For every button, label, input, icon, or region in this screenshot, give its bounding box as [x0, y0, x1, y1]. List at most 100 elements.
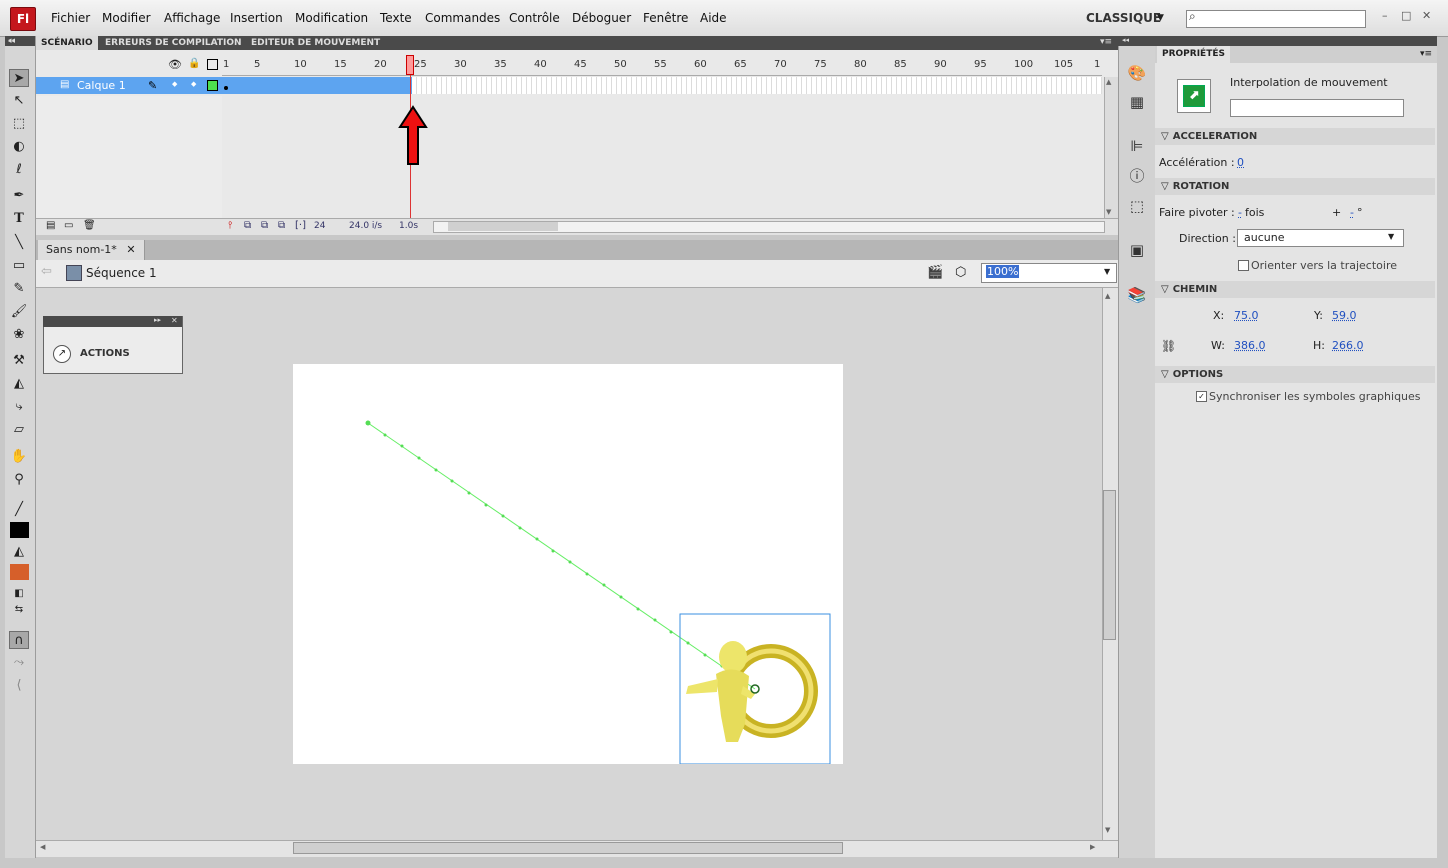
back-arrow-icon[interactable]: ⇦ — [41, 264, 52, 279]
chevron-down-icon[interactable]: ▼ — [1388, 232, 1394, 241]
orient-checkbox[interactable] — [1238, 260, 1249, 271]
rotate-degrees[interactable]: - — [1350, 206, 1354, 219]
x-value[interactable]: 75.0 — [1234, 309, 1259, 322]
playhead[interactable] — [406, 55, 414, 75]
chevron-down-icon[interactable]: ▼ — [1104, 267, 1110, 276]
menu-modifier[interactable]: Modifier — [102, 11, 151, 25]
bone-tool-icon[interactable]: ⚒ — [9, 352, 29, 370]
close-icon[interactable]: ✕ — [171, 316, 178, 325]
onion-outline-icon[interactable]: ⧉ — [261, 220, 268, 231]
fill-color-icon[interactable]: ◭ — [9, 543, 29, 561]
eye-icon[interactable]: 👁 — [168, 58, 182, 71]
scene-name[interactable]: Séquence 1 — [86, 266, 157, 280]
scroll-thumb[interactable] — [293, 842, 843, 854]
tab-motion-editor[interactable]: EDITEUR DE MOUVEMENT — [246, 36, 385, 50]
tab-scenario[interactable]: SCÉNARIO — [36, 36, 98, 50]
zoom-tool-icon[interactable]: ⚲ — [9, 471, 29, 489]
menu-modification[interactable]: Modification — [295, 11, 368, 25]
section-acceleration[interactable]: ▽ ACCELERATION — [1155, 128, 1435, 145]
edit-multiple-icon[interactable]: ⧉ — [278, 220, 285, 231]
eraser-tool-icon[interactable]: ▱ — [9, 421, 29, 439]
snap-magnet-icon[interactable]: ∩ — [9, 631, 29, 649]
pencil-tool-icon[interactable]: ✎ — [9, 280, 29, 298]
current-frame[interactable]: 24 — [314, 221, 325, 231]
new-layer-icon[interactable]: ▤ — [46, 220, 55, 231]
expand-icon[interactable]: ▸▸ — [154, 316, 161, 324]
new-folder-icon[interactable]: ▭ — [64, 220, 73, 231]
tween-name-input[interactable] — [1230, 99, 1404, 117]
scroll-left-icon[interactable]: ◀ — [40, 843, 45, 851]
edit-scene-icon[interactable]: 🎬 — [927, 265, 943, 280]
direction-select[interactable]: aucune — [1237, 229, 1404, 247]
timeline-vertical-scrollbar[interactable] — [1104, 77, 1118, 218]
text-tool-icon[interactable]: T — [9, 210, 29, 228]
menu-affichage[interactable]: Affichage — [164, 11, 220, 25]
transform-panel-icon[interactable]: ⬚ — [1127, 196, 1147, 216]
info-panel-icon[interactable]: ⓘ — [1127, 166, 1147, 186]
lock-dot-icon[interactable]: ◆ — [191, 80, 196, 88]
section-chemin[interactable]: ▽ CHEMIN — [1155, 281, 1435, 298]
section-rotation[interactable]: ▽ ROTATION — [1155, 178, 1435, 195]
layer-name[interactable]: Calque 1 — [77, 79, 126, 92]
line-tool-icon[interactable]: ╲ — [9, 234, 29, 252]
visible-dot-icon[interactable]: ◆ — [172, 80, 177, 88]
minimize-button[interactable]: – — [1382, 9, 1388, 22]
outline-icon[interactable] — [207, 59, 218, 70]
free-transform-tool-icon[interactable]: ⬚ — [9, 115, 29, 133]
brush-tool-icon[interactable]: 🖌 — [9, 303, 29, 321]
motion-path[interactable] — [293, 364, 843, 764]
lock-icon[interactable]: 🔒 — [188, 58, 200, 69]
library-panel-icon[interactable]: 📚 — [1127, 285, 1147, 305]
w-value[interactable]: 386.0 — [1234, 339, 1266, 352]
section-options[interactable]: ▽ OPTIONS — [1155, 366, 1435, 383]
lasso-tool-icon[interactable]: ℓ — [9, 161, 29, 179]
3d-rotation-tool-icon[interactable]: ◐ — [9, 138, 29, 156]
center-frame-icon[interactable]: ⫯ — [228, 220, 232, 231]
workspace-switcher[interactable]: CLASSIQUE — [1086, 11, 1161, 25]
edit-symbol-icon[interactable]: ⬡ — [955, 265, 966, 280]
swatches-panel-icon[interactable]: ▦ — [1127, 92, 1147, 112]
rotate-count[interactable]: - — [1238, 206, 1242, 219]
menu-texte[interactable]: Texte — [380, 11, 412, 25]
actions-label[interactable]: ACTIONS — [80, 348, 130, 359]
close-icon[interactable]: ✕ — [126, 243, 135, 256]
h-value[interactable]: 266.0 — [1332, 339, 1364, 352]
paint-bucket-tool-icon[interactable]: ◭ — [9, 375, 29, 393]
scroll-down-icon[interactable]: ▼ — [1106, 208, 1111, 216]
link-icon[interactable]: ⛓ — [1161, 339, 1176, 353]
maximize-button[interactable]: □ — [1401, 9, 1411, 22]
menu-controle[interactable]: Contrôle — [509, 11, 560, 25]
menu-aide[interactable]: Aide — [700, 11, 727, 25]
panel-menu-icon[interactable]: ▾≡ — [1420, 49, 1432, 59]
fill-color-swatch[interactable] — [10, 564, 29, 580]
sync-checkbox[interactable]: ✓ — [1196, 391, 1207, 402]
tab-compile-errors[interactable]: ERREURS DE COMPILATION — [100, 36, 247, 50]
help-search-input[interactable] — [1186, 10, 1366, 28]
actions-icon[interactable]: ↗ — [53, 345, 71, 363]
actions-panel-header[interactable] — [43, 316, 182, 327]
acceleration-value[interactable]: 0 — [1237, 156, 1244, 169]
stroke-color-swatch[interactable] — [10, 522, 29, 538]
eyedropper-tool-icon[interactable]: ⤷ — [9, 398, 29, 416]
menu-insertion[interactable]: Insertion — [230, 11, 283, 25]
pen-tool-icon[interactable]: ✒ — [9, 187, 29, 205]
y-value[interactable]: 59.0 — [1332, 309, 1357, 322]
tab-properties[interactable]: PROPRIÉTÉS — [1157, 46, 1230, 63]
properties-header[interactable] — [1155, 36, 1437, 46]
selection-tool-icon[interactable]: ➤ — [9, 69, 29, 87]
components-panel-icon[interactable]: ▣ — [1127, 240, 1147, 260]
scroll-thumb[interactable] — [448, 222, 558, 231]
menu-commandes[interactable]: Commandes — [425, 11, 500, 25]
onion-markers-icon[interactable]: [·] — [295, 220, 306, 231]
layer-color-swatch[interactable] — [207, 80, 218, 91]
scroll-up-icon[interactable]: ▲ — [1105, 292, 1110, 300]
rectangle-tool-icon[interactable]: ▭ — [9, 257, 29, 275]
color-panel-icon[interactable]: 🎨 — [1127, 63, 1147, 83]
panel-menu-icon[interactable]: ▾≡ — [1100, 37, 1112, 47]
delete-layer-icon[interactable]: 🗑 — [83, 220, 96, 231]
document-tab[interactable]: Sans nom-1* ✕ — [38, 240, 145, 260]
stroke-color-icon[interactable]: ╱ — [9, 501, 29, 519]
smooth-icon[interactable]: ⤳ — [9, 654, 29, 672]
collapse-icon[interactable]: ◂◂ — [1122, 36, 1129, 44]
scroll-up-icon[interactable]: ▲ — [1106, 78, 1111, 86]
